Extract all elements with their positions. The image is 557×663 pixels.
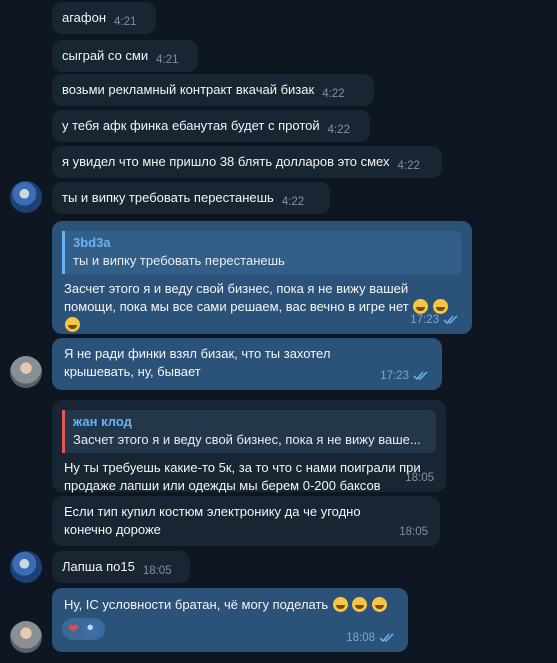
message-time: 17:23 — [380, 370, 409, 382]
message-text: у тебя афк финка ебанутая будет с протой — [62, 118, 320, 133]
message-text: Если тип купил костюм электронику да че … — [64, 504, 361, 537]
smile-emoji-icon — [352, 597, 368, 612]
user-avatar[interactable] — [10, 181, 42, 213]
reply-quote[interactable]: жан клод Засчет этого я и веду свой бизн… — [62, 410, 436, 453]
message-bubble[interactable]: Лапша по15 18:05 — [52, 551, 190, 583]
reply-quote-text: ты и випку требовать перестанешь — [73, 253, 285, 268]
message-meta: 17:23 — [380, 367, 430, 385]
message-time: 18:05 — [142, 565, 172, 577]
laughing-emoji-icon — [65, 317, 80, 332]
message-text: Ну ты требуешь какие-то 5к, за то что с … — [64, 460, 421, 493]
message-time: 4:21 — [114, 16, 137, 28]
message-text: сыграй со сми — [62, 48, 149, 63]
message-text-wrap: Ну ты требуешь какие-то 5к, за то что с … — [52, 453, 446, 495]
message-text: возьми рекламный контракт вкачай бизак — [62, 82, 315, 97]
message-bubble[interactable]: я увидел что мне пришло 38 блять долларо… — [52, 146, 442, 178]
message-time: 4:21 — [156, 54, 179, 66]
message-bubble-outgoing[interactable]: 3bd3a ты и випку требовать перестанешь З… — [52, 221, 472, 334]
message-meta: 18:05 — [405, 469, 434, 487]
message-bubble[interactable]: Если тип купил костюм электронику да че … — [52, 496, 440, 546]
reply-quote[interactable]: 3bd3a ты и випку требовать перестанешь — [62, 231, 462, 274]
chat-area: агафон 4:21 сыграй со сми 4:21 возьми ре… — [0, 0, 557, 663]
message-text: агафон — [62, 10, 107, 25]
message-bubble-outgoing[interactable]: Ну, IC условности братан, чё могу подела… — [52, 588, 408, 652]
user-avatar[interactable] — [10, 621, 42, 653]
message-meta: 17:23 — [410, 311, 460, 329]
double-check-icon — [379, 633, 394, 643]
message-time: 17:23 — [410, 314, 439, 326]
message-bubble[interactable]: сыграй со сми 4:21 — [52, 40, 198, 72]
message-text-wrap: Ну, IC условности братан, чё могу подела… — [52, 588, 408, 614]
message-text: ты и випку требовать перестанешь — [62, 190, 274, 205]
message-time: 4:22 — [281, 196, 305, 208]
message-meta: 18:08 — [346, 629, 396, 647]
double-check-icon — [443, 315, 458, 325]
message-time: 18:08 — [346, 632, 375, 644]
message-text: Я не ради финки взял бизак, что ты захот… — [64, 346, 331, 379]
message-text: Ну, IC условности братан, чё могу подела… — [64, 597, 329, 612]
reply-quote-text: Засчет этого я и веду свой бизнес, пока … — [73, 432, 421, 447]
message-meta: 18:05 — [399, 523, 428, 541]
smile-emoji-icon — [372, 597, 388, 612]
reply-author: жан клод — [73, 414, 132, 429]
reply-author: 3bd3a — [73, 235, 111, 250]
message-time: 18:05 — [399, 526, 428, 538]
message-time: 4:22 — [397, 160, 420, 172]
user-avatar[interactable] — [10, 356, 42, 388]
message-bubble[interactable]: возьми рекламный контракт вкачай бизак 4… — [52, 74, 374, 106]
reaction-chip[interactable]: ❤ — [62, 618, 105, 640]
message-bubble[interactable]: у тебя афк финка ебанутая будет с протой… — [52, 110, 370, 142]
user-avatar[interactable] — [10, 551, 42, 583]
smile-emoji-icon — [332, 597, 348, 612]
message-bubble[interactable]: жан клод Засчет этого я и веду свой бизн… — [52, 400, 446, 495]
message-text: Лапша по15 — [62, 559, 135, 574]
message-text: Засчет этого я и веду свой бизнес, пока … — [64, 281, 409, 314]
message-bubble[interactable]: ты и випку требовать перестанешь 4:22 — [52, 182, 330, 214]
reactor-avatar — [82, 621, 99, 637]
message-time: 4:22 — [322, 88, 345, 100]
message-time: 18:05 — [405, 472, 434, 484]
heart-icon: ❤ — [68, 621, 79, 636]
message-text-wrap: Если тип купил костюм электронику да че … — [52, 496, 440, 539]
message-bubble-outgoing[interactable]: Я не ради финки взял бизак, что ты захот… — [52, 338, 442, 390]
message-text-wrap: Засчет этого я и веду свой бизнес, пока … — [52, 274, 472, 334]
message-bubble[interactable]: агафон 4:21 — [52, 2, 156, 34]
message-text: я увидел что мне пришло 38 блять долларо… — [62, 154, 390, 169]
message-time: 4:22 — [327, 124, 351, 136]
double-check-icon — [413, 371, 428, 381]
